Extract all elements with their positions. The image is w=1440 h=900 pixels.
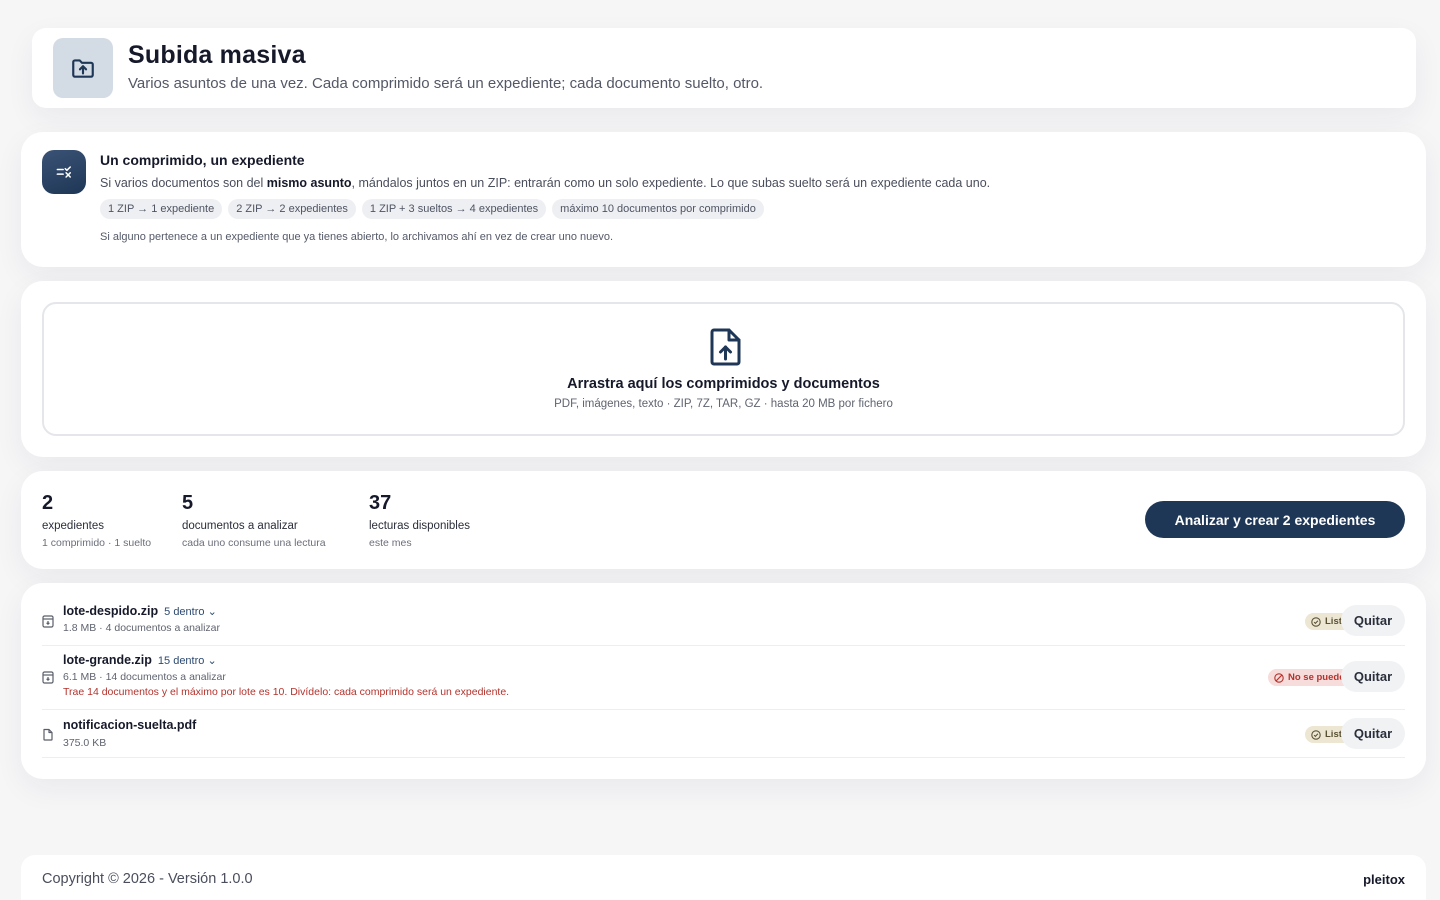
file-row: lote-grande.zip 15 dentro ⌄ 6.1 MB · 14 d… (42, 646, 1405, 710)
file-meta: 6.1 MB · 14 documentos a analizar (63, 671, 226, 683)
summary-card: 2 expedientes 1 comprimido · 1 suelto 5 … (21, 471, 1426, 569)
page-subtitle: Varios asuntos de una vez. Cada comprimi… (128, 75, 764, 92)
info-description: Si varios documentos son del mismo asunt… (100, 176, 991, 190)
status-badge: No se puede (1268, 669, 1351, 686)
stat-lecturas: 37 lecturas disponibles este mes (369, 492, 470, 549)
file-contents-toggle[interactable]: 15 dentro ⌄ (158, 655, 217, 667)
footer-brand: pleitox (1363, 872, 1405, 887)
example-chip: 2 ZIP → 2 expedientes (228, 199, 356, 219)
remove-file-button[interactable]: Quitar (1341, 718, 1405, 749)
chevron-down-icon: ⌄ (207, 655, 217, 667)
status-text: No se puede (1288, 672, 1345, 683)
info-card: Un comprimido, un expediente Si varios d… (21, 132, 1426, 267)
remove-file-button[interactable]: Quitar (1341, 605, 1405, 636)
page-header: Subida masiva Varios asuntos de una vez.… (32, 28, 1416, 108)
archive-icon (42, 615, 54, 628)
archive-icon (42, 671, 54, 684)
info-description-emphasis: mismo asunto (266, 176, 352, 190)
file-name: lote-despido.zip 5 dentro ⌄ (63, 604, 217, 618)
file-upload-icon (710, 328, 741, 366)
dropzone-title: Arrastra aquí los comprimidos y document… (567, 376, 880, 392)
dropzone-subtitle: PDF, imágenes, texto · ZIP, 7Z, TAR, GZ … (554, 398, 893, 410)
stat-sub: 1 comprimido · 1 suelto (42, 537, 152, 549)
stat-label: lecturas disponibles (369, 520, 471, 532)
info-note: Si alguno pertenece a un expediente que … (100, 231, 614, 243)
example-chip: 1 ZIP → 1 expediente (100, 199, 223, 219)
file-row: notificacion-suelta.pdf 375.0 KB Listo Q… (42, 710, 1405, 758)
stat-sub: este mes (369, 537, 412, 549)
analyze-create-button[interactable]: Analizar y crear 2 expedientes (1145, 501, 1405, 538)
stat-expedientes: 2 expedientes 1 comprimido · 1 suelto (42, 492, 151, 549)
file-name: lote-grande.zip 15 dentro ⌄ (63, 653, 217, 667)
file-meta: 375.0 KB (63, 737, 107, 749)
example-chips: 1 ZIP → 1 expediente 2 ZIP → 2 expedient… (100, 199, 764, 219)
folder-upload-icon (53, 38, 113, 98)
stat-value: 37 (369, 492, 392, 514)
example-chip: máximo 10 documentos por comprimido (552, 199, 764, 219)
file-row: lote-despido.zip 5 dentro ⌄ 1.8 MB · 4 do… (42, 601, 1405, 646)
blocked-icon (1274, 672, 1284, 683)
check-circle-icon (1311, 729, 1321, 740)
check-circle-icon (1311, 616, 1321, 627)
dropzone[interactable]: Arrastra aquí los comprimidos y document… (42, 302, 1405, 436)
stat-label: documentos a analizar (182, 520, 298, 532)
stat-value: 5 (182, 492, 194, 514)
document-icon (43, 728, 53, 741)
stat-label: expedientes (42, 520, 105, 532)
stat-value: 2 (42, 492, 54, 514)
example-chip: 1 ZIP + 3 sueltos → 4 expedientes (361, 199, 547, 219)
file-error-message: Trae 14 documentos y el máximo por lote … (63, 686, 510, 698)
stat-documentos: 5 documentos a analizar cada uno consume… (182, 492, 326, 549)
footer-copyright: Copyright © 2026 - Versión 1.0.0 (42, 871, 253, 887)
footer: Copyright © 2026 - Versión 1.0.0 pleitox (21, 855, 1426, 900)
file-list: lote-despido.zip 5 dentro ⌄ 1.8 MB · 4 do… (21, 583, 1426, 779)
stat-sub: cada uno consume una lectura (182, 537, 326, 549)
file-name: notificacion-suelta.pdf (63, 718, 197, 732)
remove-file-button[interactable]: Quitar (1341, 661, 1405, 692)
file-meta: 1.8 MB · 4 documentos a analizar (63, 622, 220, 634)
upload-card: Arrastra aquí los comprimidos y document… (21, 281, 1426, 457)
page-title: Subida masiva (128, 41, 306, 69)
chevron-down-icon: ⌄ (207, 606, 217, 618)
info-title: Un comprimido, un expediente (100, 152, 305, 168)
file-contents-toggle[interactable]: 5 dentro ⌄ (164, 606, 217, 618)
sort-check-icon (42, 150, 86, 194)
